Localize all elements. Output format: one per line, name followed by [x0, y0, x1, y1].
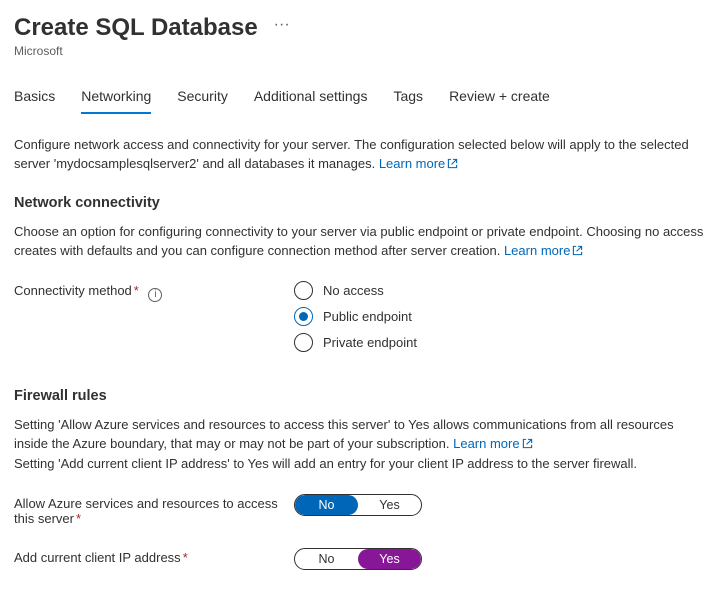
firewall-desc1-body: Setting 'Allow Azure services and resour…: [14, 417, 674, 451]
allow-azure-services-label: Allow Azure services and resources to ac…: [14, 494, 294, 526]
radio-no-access[interactable]: No access: [294, 281, 417, 300]
external-link-icon: [572, 243, 583, 262]
required-indicator: *: [134, 283, 139, 298]
firewall-rules-heading: Firewall rules: [14, 388, 706, 404]
tab-bar: Basics Networking Security Additional se…: [14, 84, 706, 114]
toggle-option-yes[interactable]: Yes: [358, 495, 421, 515]
intro-body: Configure network access and connectivit…: [14, 137, 689, 171]
radio-label-private: Private endpoint: [323, 335, 417, 350]
firewall-description: Setting 'Allow Azure services and resour…: [14, 416, 706, 474]
tab-tags[interactable]: Tags: [393, 84, 423, 114]
required-indicator: *: [183, 550, 188, 565]
info-icon[interactable]: i: [148, 288, 162, 302]
external-link-icon: [447, 156, 458, 175]
add-client-ip-toggle[interactable]: No Yes: [294, 548, 422, 570]
network-connectivity-heading: Network connectivity: [14, 195, 706, 211]
intro-text: Configure network access and connectivit…: [14, 136, 706, 175]
radio-public-endpoint[interactable]: Public endpoint: [294, 307, 417, 326]
radio-label-no-access: No access: [323, 283, 384, 298]
toggle-option-yes[interactable]: Yes: [358, 549, 421, 569]
tab-networking[interactable]: Networking: [81, 84, 151, 114]
radio-icon: [294, 333, 313, 352]
toggle-option-no[interactable]: No: [295, 549, 358, 569]
tab-basics[interactable]: Basics: [14, 84, 55, 114]
radio-icon: [294, 281, 313, 300]
tab-security[interactable]: Security: [177, 84, 228, 114]
network-learn-more-link[interactable]: Learn more: [504, 243, 583, 258]
network-description: Choose an option for configuring connect…: [14, 223, 706, 262]
external-link-icon: [522, 436, 533, 455]
intro-learn-more-link[interactable]: Learn more: [379, 156, 458, 171]
required-indicator: *: [76, 511, 81, 526]
publisher-label: Microsoft: [14, 44, 706, 58]
firewall-learn-more-link[interactable]: Learn more: [453, 436, 532, 451]
radio-label-public: Public endpoint: [323, 309, 412, 324]
page-title: Create SQL Database: [14, 14, 258, 42]
tab-review-create[interactable]: Review + create: [449, 84, 550, 114]
add-client-ip-label: Add current client IP address*: [14, 548, 294, 565]
radio-icon: [294, 307, 313, 326]
tab-additional-settings[interactable]: Additional settings: [254, 84, 368, 114]
more-actions-button[interactable]: ···: [274, 17, 290, 41]
connectivity-method-label: Connectivity method* i: [14, 281, 294, 302]
allow-azure-services-toggle[interactable]: No Yes: [294, 494, 422, 516]
network-desc-body: Choose an option for configuring connect…: [14, 224, 703, 258]
firewall-desc2-body: Setting 'Add current client IP address' …: [14, 456, 637, 471]
radio-private-endpoint[interactable]: Private endpoint: [294, 333, 417, 352]
toggle-option-no[interactable]: No: [295, 495, 358, 515]
connectivity-method-radio-group: No access Public endpoint Private endpoi…: [294, 281, 417, 352]
